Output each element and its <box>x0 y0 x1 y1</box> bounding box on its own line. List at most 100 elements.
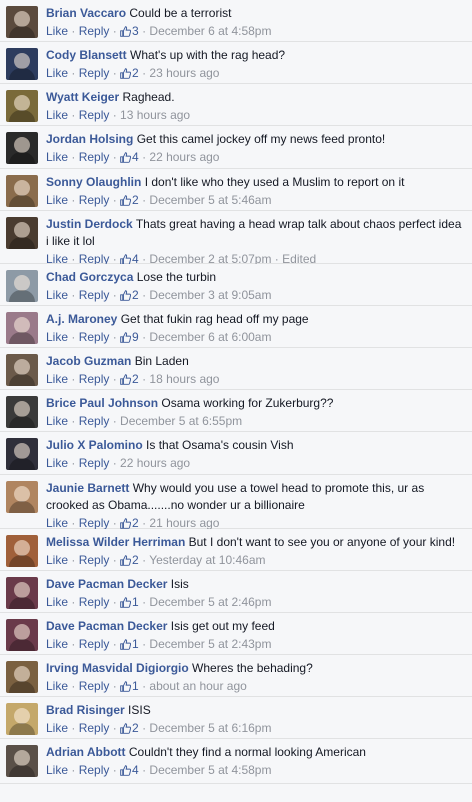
like-count[interactable]: 1 <box>120 595 139 609</box>
comment-author[interactable]: Irving Masvidal Digiorgio <box>46 661 189 675</box>
reply-button[interactable]: Reply <box>79 24 110 38</box>
comment-timestamp[interactable]: 22 hours ago <box>120 456 190 470</box>
reply-button[interactable]: Reply <box>79 456 110 470</box>
avatar[interactable] <box>6 745 38 777</box>
avatar[interactable] <box>6 396 38 428</box>
comment-timestamp[interactable]: 22 hours ago <box>149 150 219 164</box>
avatar[interactable] <box>6 217 38 249</box>
comment-timestamp[interactable]: December 5 at 6:55pm <box>120 414 242 428</box>
comment-timestamp[interactable]: December 5 at 5:46am <box>149 193 271 207</box>
comment-timestamp[interactable]: December 3 at 9:05am <box>149 288 271 302</box>
like-button[interactable]: Like <box>46 721 68 735</box>
like-count[interactable]: 3 <box>120 24 139 38</box>
comment-author[interactable]: Brice Paul Johnson <box>46 396 158 410</box>
like-count[interactable]: 4 <box>120 150 139 164</box>
reply-button[interactable]: Reply <box>79 595 110 609</box>
reply-button[interactable]: Reply <box>79 553 110 567</box>
like-count[interactable]: 2 <box>120 66 139 80</box>
like-count[interactable]: 2 <box>120 553 139 567</box>
reply-button[interactable]: Reply <box>79 763 110 777</box>
comment-author[interactable]: Melissa Wilder Herriman <box>46 535 185 549</box>
comment-author[interactable]: Julio X Palomino <box>46 438 143 452</box>
reply-button[interactable]: Reply <box>79 193 110 207</box>
avatar[interactable] <box>6 270 38 302</box>
comment-timestamp[interactable]: 13 hours ago <box>120 108 190 122</box>
comment-author[interactable]: Dave Pacman Decker <box>46 619 167 633</box>
comment-author[interactable]: Adrian Abbott <box>46 745 126 759</box>
like-count[interactable]: 2 <box>120 193 139 207</box>
avatar[interactable] <box>6 535 38 567</box>
avatar[interactable] <box>6 48 38 80</box>
like-button[interactable]: Like <box>46 372 68 386</box>
comment-author[interactable]: Cody Blansett <box>46 48 127 62</box>
avatar[interactable] <box>6 577 38 609</box>
like-button[interactable]: Like <box>46 66 68 80</box>
comment-author[interactable]: Jacob Guzman <box>46 354 131 368</box>
avatar[interactable] <box>6 354 38 386</box>
reply-button[interactable]: Reply <box>79 721 110 735</box>
comment-timestamp[interactable]: Yesterday at 10:46am <box>149 553 265 567</box>
comment-author[interactable]: A.j. Maroney <box>46 312 117 326</box>
like-count[interactable]: 4 <box>120 763 139 777</box>
comment-author[interactable]: Justin Derdock <box>46 217 133 231</box>
comment-timestamp[interactable]: 18 hours ago <box>149 372 219 386</box>
like-button[interactable]: Like <box>46 193 68 207</box>
avatar[interactable] <box>6 90 38 122</box>
reply-button[interactable]: Reply <box>79 637 110 651</box>
like-button[interactable]: Like <box>46 330 68 344</box>
like-count[interactable]: 1 <box>120 637 139 651</box>
avatar[interactable] <box>6 438 38 470</box>
avatar[interactable] <box>6 481 38 513</box>
like-button[interactable]: Like <box>46 637 68 651</box>
like-count[interactable]: 2 <box>120 372 139 386</box>
avatar[interactable] <box>6 175 38 207</box>
like-button[interactable]: Like <box>46 108 68 122</box>
reply-button[interactable]: Reply <box>79 372 110 386</box>
like-button[interactable]: Like <box>46 150 68 164</box>
comment-timestamp[interactable]: 23 hours ago <box>149 66 219 80</box>
like-count[interactable]: 1 <box>120 679 139 693</box>
like-button[interactable]: Like <box>46 553 68 567</box>
comment-author[interactable]: Sonny Olaughlin <box>46 175 141 189</box>
like-count[interactable]: 2 <box>120 516 139 530</box>
like-button[interactable]: Like <box>46 456 68 470</box>
comment-author[interactable]: Dave Pacman Decker <box>46 577 167 591</box>
reply-button[interactable]: Reply <box>79 288 110 302</box>
like-button[interactable]: Like <box>46 288 68 302</box>
like-button[interactable]: Like <box>46 24 68 38</box>
comment-author[interactable]: Brad Risinger <box>46 703 125 717</box>
comment-timestamp[interactable]: December 5 at 6:16pm <box>149 721 271 735</box>
like-count[interactable]: 2 <box>120 721 139 735</box>
reply-button[interactable]: Reply <box>79 108 110 122</box>
comment-author[interactable]: Wyatt Keiger <box>46 90 119 104</box>
reply-button[interactable]: Reply <box>79 414 110 428</box>
comment-timestamp[interactable]: December 6 at 4:58pm <box>149 24 271 38</box>
reply-button[interactable]: Reply <box>79 66 110 80</box>
reply-button[interactable]: Reply <box>79 150 110 164</box>
comment-author[interactable]: Jaunie Barnett <box>46 481 129 495</box>
reply-button[interactable]: Reply <box>79 330 110 344</box>
reply-button[interactable]: Reply <box>79 516 110 530</box>
comment-timestamp[interactable]: 21 hours ago <box>149 516 219 530</box>
comment-timestamp[interactable]: about an hour ago <box>149 679 246 693</box>
comment-author[interactable]: Chad Gorczyca <box>46 270 133 284</box>
like-button[interactable]: Like <box>46 679 68 693</box>
avatar[interactable] <box>6 619 38 651</box>
avatar[interactable] <box>6 312 38 344</box>
comment-timestamp[interactable]: December 5 at 2:43pm <box>149 637 271 651</box>
comment-timestamp[interactable]: December 6 at 6:00am <box>149 330 271 344</box>
avatar[interactable] <box>6 703 38 735</box>
like-button[interactable]: Like <box>46 595 68 609</box>
avatar[interactable] <box>6 6 38 38</box>
reply-button[interactable]: Reply <box>79 679 110 693</box>
avatar[interactable] <box>6 132 38 164</box>
avatar[interactable] <box>6 661 38 693</box>
comment-timestamp[interactable]: December 5 at 2:46pm <box>149 595 271 609</box>
comment-author[interactable]: Jordan Holsing <box>46 132 133 146</box>
comment-author[interactable]: Brian Vaccaro <box>46 6 126 20</box>
like-button[interactable]: Like <box>46 414 68 428</box>
comment-timestamp[interactable]: December 5 at 4:58pm <box>149 763 271 777</box>
like-button[interactable]: Like <box>46 763 68 777</box>
like-button[interactable]: Like <box>46 516 68 530</box>
like-count[interactable]: 9 <box>120 330 139 344</box>
